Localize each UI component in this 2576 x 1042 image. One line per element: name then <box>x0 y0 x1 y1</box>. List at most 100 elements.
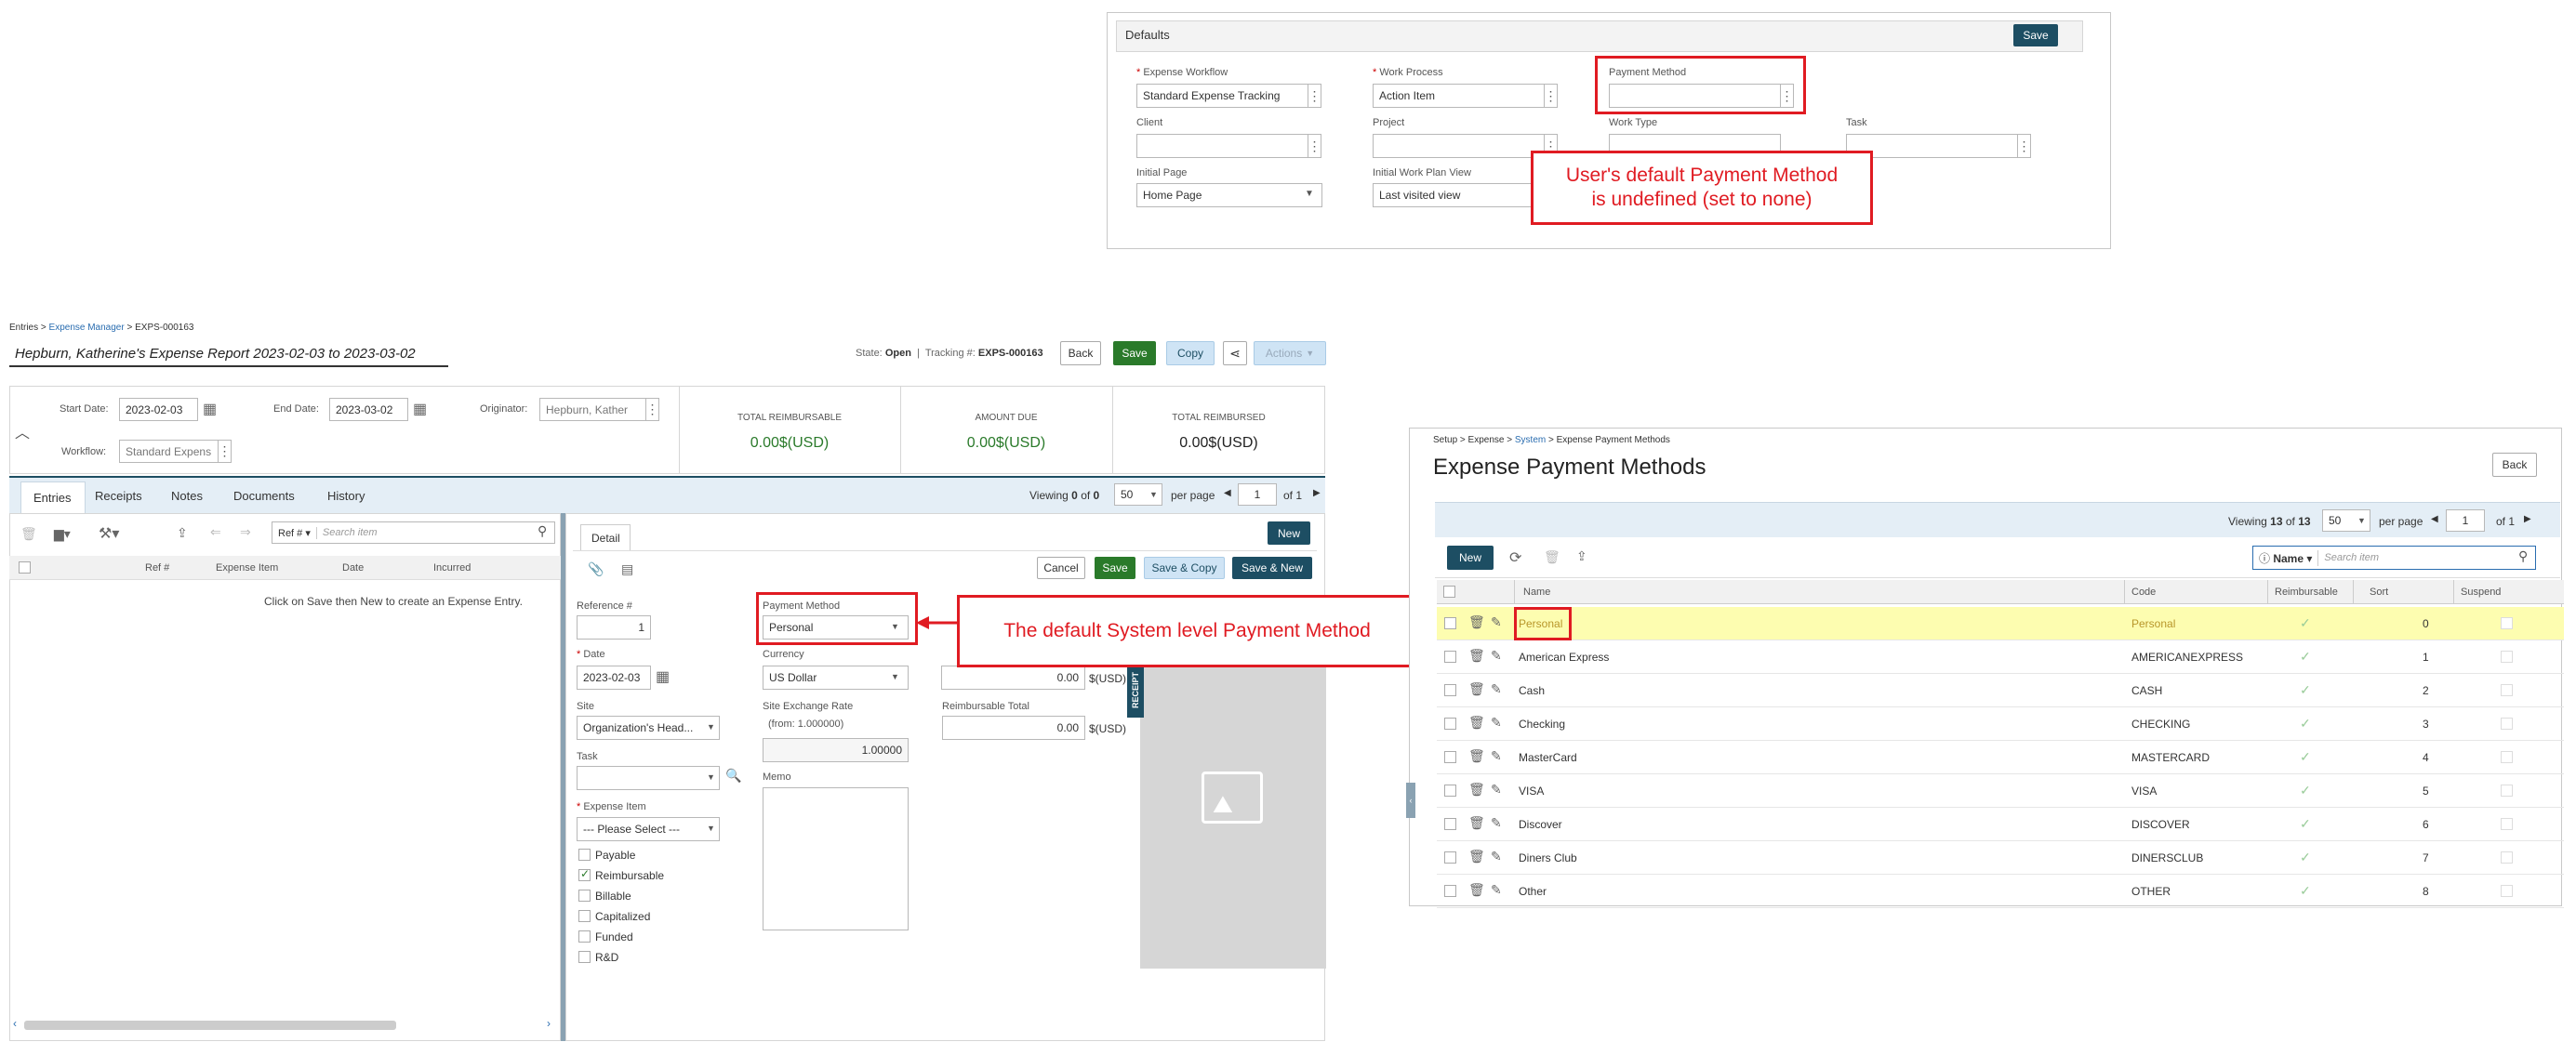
delete-icon[interactable]: 🗑 <box>1468 815 1485 831</box>
pm-page-field[interactable]: 1 <box>2446 509 2485 532</box>
site-exchange-field[interactable]: 1.00000 <box>763 738 909 762</box>
rnd-checkbox[interactable] <box>578 951 591 963</box>
row-suspend-checkbox[interactable] <box>2501 751 2513 763</box>
start-date-calendar-icon[interactable]: ▦ <box>203 400 217 418</box>
search-icon[interactable]: ⚲ <box>538 523 547 539</box>
copy-button[interactable]: Copy <box>1166 341 1215 365</box>
table-row[interactable]: 🗑 ✎ Other OTHER ✓ 8 <box>1437 875 2564 908</box>
detail-save-button[interactable]: Save <box>1095 557 1135 579</box>
pm-back-button[interactable]: Back <box>2492 453 2537 477</box>
prev-page-icon[interactable]: ◀ <box>1224 488 1231 498</box>
row-checkbox[interactable] <box>1444 818 1456 830</box>
table-row[interactable]: 🗑 ✎ Checking CHECKING ✓ 3 <box>1437 707 2564 741</box>
workflow-field[interactable]: Standard Expens <box>119 440 219 463</box>
tab-history[interactable]: History <box>327 489 365 503</box>
amount-field[interactable]: 0.00 <box>941 666 1085 690</box>
table-row[interactable]: 🗑 ✎ Diners Club DINERSCLUB ✓ 7 <box>1437 841 2564 875</box>
work-process-menu-icon[interactable]: ⋮ <box>1545 84 1558 108</box>
actions-button[interactable]: Actions ▼ <box>1254 341 1326 365</box>
date-field[interactable]: 2023-02-03 <box>577 666 651 690</box>
edit-icon[interactable]: ✎ <box>1491 614 1502 630</box>
arrow-left-icon[interactable]: ⇐ <box>210 524 221 540</box>
pm-search-input[interactable]: ⓘ Name ▾ Search item <box>2252 546 2536 570</box>
tab-documents[interactable]: Documents <box>233 489 295 503</box>
delete-icon[interactable]: 🗑 <box>1468 614 1485 630</box>
edit-icon[interactable]: ✎ <box>1491 681 1502 697</box>
table-row[interactable]: 🗑 ✎ American Express AMERICANEXPRESS ✓ 1 <box>1437 640 2564 674</box>
pm-search-icon[interactable]: ⚲ <box>2518 548 2528 564</box>
reference-field[interactable]: 1 <box>577 615 651 640</box>
chart-icon[interactable]: ▆▾ <box>54 526 71 542</box>
select-all-checkbox[interactable] <box>19 561 31 574</box>
row-checkbox[interactable] <box>1444 651 1456 663</box>
work-process-field[interactable]: Action Item <box>1373 84 1545 108</box>
edit-icon[interactable]: ✎ <box>1491 882 1502 898</box>
currency-select[interactable]: US Dollar <box>763 666 909 690</box>
receipt-side-tab[interactable]: RECEIPT <box>1127 662 1144 718</box>
row-checkbox[interactable] <box>1444 684 1456 696</box>
end-date-calendar-icon[interactable]: ▦ <box>413 400 427 418</box>
row-suspend-checkbox[interactable] <box>2501 617 2513 629</box>
pm-new-button[interactable]: New <box>1447 546 1494 570</box>
capitalized-checkbox[interactable] <box>578 910 591 922</box>
task-menu-icon[interactable]: ⋮ <box>2018 134 2031 158</box>
pm-export-icon[interactable]: ⇪ <box>1576 548 1587 564</box>
delete-icon[interactable]: 🗑 <box>1468 849 1485 864</box>
reimbursable-checkbox[interactable] <box>578 867 591 881</box>
scroll-right-icon[interactable]: › <box>547 1017 551 1030</box>
billable-checkbox[interactable] <box>578 890 591 902</box>
detail-new-button[interactable]: New <box>1268 521 1310 545</box>
row-suspend-checkbox[interactable] <box>2501 684 2513 696</box>
table-row[interactable]: 🗑 ✎ Cash CASH ✓ 2 <box>1437 674 2564 707</box>
row-checkbox[interactable] <box>1444 785 1456 797</box>
site-select[interactable]: Organization's Head... <box>577 716 720 740</box>
receipt-add-icon[interactable]: ▤ <box>621 561 633 577</box>
expense-workflow-field[interactable]: Standard Expense Tracking <box>1136 84 1308 108</box>
edit-icon[interactable]: ✎ <box>1491 782 1502 798</box>
row-suspend-checkbox[interactable] <box>2501 851 2513 864</box>
save-copy-button[interactable]: Save & Copy <box>1144 557 1225 579</box>
entries-search-input[interactable]: Ref # ▾ Search item <box>272 521 555 544</box>
defaults-save-button[interactable]: Save <box>2013 24 2058 46</box>
row-checkbox[interactable] <box>1444 617 1456 629</box>
task-lookup-icon[interactable]: 🔍 <box>725 768 741 784</box>
export-icon[interactable]: ⇪ <box>177 525 188 541</box>
delete-icon[interactable]: 🗑 <box>1468 748 1485 764</box>
date-calendar-icon[interactable]: ▦ <box>656 667 670 686</box>
share-button[interactable]: ⋖ <box>1223 341 1247 365</box>
originator-field[interactable]: Hepburn, Kather <box>539 398 646 421</box>
expense-item-select[interactable]: --- Please Select --- <box>577 817 720 841</box>
pm-prev-page-icon[interactable]: ◀ <box>2431 514 2438 524</box>
delete-icon[interactable]: 🗑 <box>1468 782 1485 798</box>
scroll-left-icon[interactable]: ‹ <box>13 1017 17 1030</box>
page-number-field[interactable]: 1 <box>1238 483 1277 506</box>
pm-select-all-checkbox[interactable] <box>1443 586 1455 598</box>
delete-icon[interactable]: 🗑 <box>1468 715 1485 731</box>
save-new-button[interactable]: Save & New <box>1232 557 1312 579</box>
row-suspend-checkbox[interactable] <box>2501 651 2513 663</box>
pm-delete-icon[interactable]: 🗑 <box>1544 549 1560 565</box>
row-suspend-checkbox[interactable] <box>2501 818 2513 830</box>
workflow-menu-icon[interactable]: ⋮ <box>219 440 232 463</box>
row-suspend-checkbox[interactable] <box>2501 718 2513 730</box>
start-date-field[interactable]: 2023-02-03 <box>119 398 198 421</box>
collapse-chevron-icon[interactable]: ︿ <box>15 420 30 442</box>
initial-work-plan-select[interactable]: Last visited view <box>1373 183 1540 207</box>
table-row[interactable]: 🗑 ✎ Personal Personal ✓ 0 <box>1437 607 2564 640</box>
delete-icon[interactable]: 🗑 <box>20 526 37 542</box>
row-checkbox[interactable] <box>1444 851 1456 864</box>
search-field-selector[interactable]: Ref # ▾ <box>272 526 317 539</box>
next-page-icon[interactable]: ▶ <box>1313 488 1321 498</box>
row-suspend-checkbox[interactable] <box>2501 885 2513 897</box>
breadcrumb-entries[interactable]: Entries <box>9 323 38 333</box>
pm-side-collapse[interactable]: ‹ <box>1406 783 1415 818</box>
delete-icon[interactable]: 🗑 <box>1468 681 1485 697</box>
back-button[interactable]: Back <box>1060 341 1101 365</box>
row-checkbox[interactable] <box>1444 885 1456 897</box>
funded-checkbox[interactable] <box>578 930 591 943</box>
refresh-icon[interactable]: ⟳ <box>1509 548 1521 567</box>
originator-menu-icon[interactable]: ⋮ <box>646 398 659 421</box>
row-checkbox[interactable] <box>1444 751 1456 763</box>
table-row[interactable]: 🗑 ✎ MasterCard MASTERCARD ✓ 4 <box>1437 741 2564 774</box>
client-menu-icon[interactable]: ⋮ <box>1308 134 1321 158</box>
